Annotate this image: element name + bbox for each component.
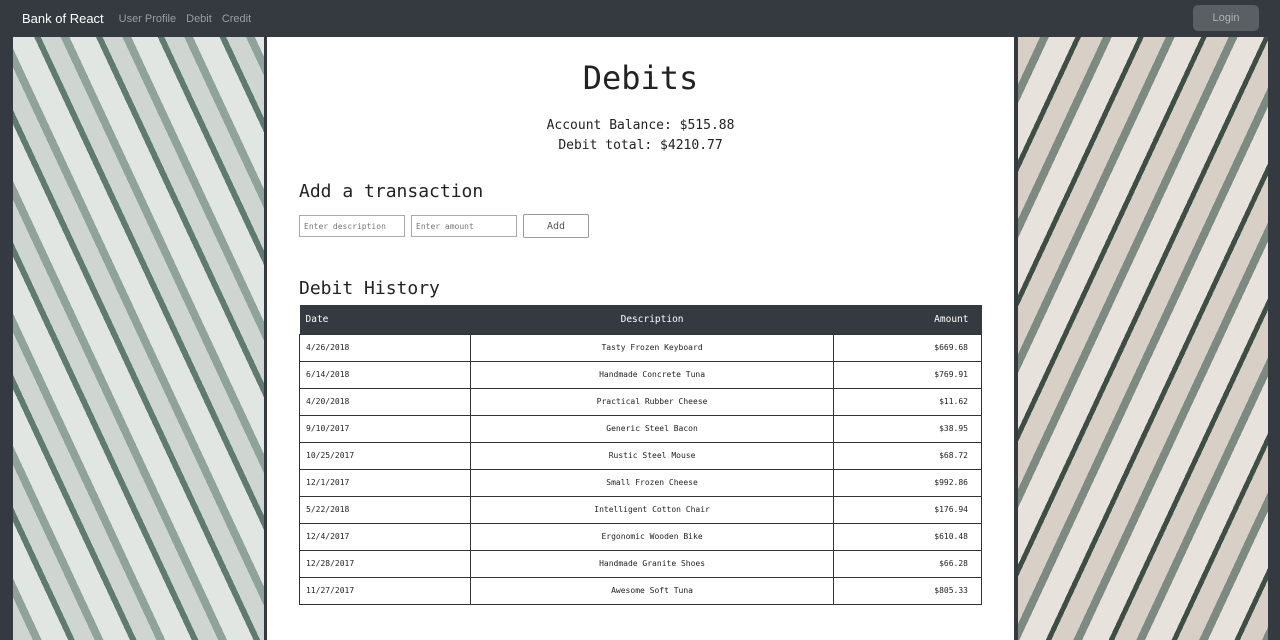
cell-date: 6/14/2018 (298, 360, 472, 389)
cell-amount: $176.94 (832, 495, 983, 524)
table-row: 10/25/2017 Rustic Steel Mouse $68.72 (298, 441, 983, 470)
cell-description: Generic Steel Bacon (470, 414, 834, 443)
background-image-right (1018, 37, 1268, 640)
debit-history-heading: Debit History (299, 278, 440, 299)
cell-description: Intelligent Cotton Chair (470, 495, 834, 524)
add-button[interactable]: Add (523, 214, 589, 238)
account-balance: Account Balance: $515.88 (546, 118, 735, 133)
amount-input[interactable] (411, 215, 517, 237)
cell-description: Practical Rubber Cheese (470, 387, 834, 416)
navbar: Bank of React User Profile Debit Credit … (0, 0, 1280, 37)
table-row: 12/4/2017 Ergonomic Wooden Bike $610.48 (298, 522, 983, 551)
add-transaction-form: Add (299, 214, 1014, 238)
table-row: 12/28/2017 Handmade Granite Shoes $66.28 (298, 549, 983, 578)
column-header-date: Date (299, 305, 471, 334)
table-row: 4/26/2018 Tasty Frozen Keyboard $669.68 (298, 333, 983, 362)
cell-date: 12/28/2017 (298, 549, 472, 578)
cell-description: Tasty Frozen Keyboard (470, 333, 834, 362)
cell-amount: $805.33 (832, 576, 983, 605)
main-content: Debits Account Balance: $515.88 Debit to… (267, 37, 1014, 640)
cell-date: 12/1/2017 (298, 468, 472, 497)
nav-debit[interactable]: Debit (186, 13, 212, 25)
cell-amount: $610.48 (832, 522, 983, 551)
cell-amount: $38.95 (832, 414, 983, 443)
brand-link[interactable]: Bank of React (22, 11, 104, 26)
cell-amount: $992.86 (832, 468, 983, 497)
cell-date: 12/4/2017 (298, 522, 472, 551)
cell-amount: $68.72 (832, 441, 983, 470)
cell-description: Handmade Granite Shoes (470, 549, 834, 578)
background-image-left (13, 37, 264, 640)
table-row: 9/10/2017 Generic Steel Bacon $38.95 (298, 414, 983, 443)
table-row: 12/1/2017 Small Frozen Cheese $992.86 (298, 468, 983, 497)
cell-date: 10/25/2017 (298, 441, 472, 470)
add-transaction-heading: Add a transaction (299, 181, 484, 202)
table-row: 11/27/2017 Awesome Soft Tuna $805.33 (298, 576, 983, 605)
cell-date: 9/10/2017 (298, 414, 472, 443)
page-title: Debits (582, 59, 699, 97)
description-input[interactable] (299, 215, 405, 237)
table-row: 4/20/2018 Practical Rubber Cheese $11.62 (298, 387, 983, 416)
cell-date: 5/22/2018 (298, 495, 472, 524)
nav-user-profile[interactable]: User Profile (119, 13, 176, 25)
cell-amount: $66.28 (832, 549, 983, 578)
debit-total: Debit total: $4210.77 (558, 138, 723, 153)
cell-amount: $11.62 (832, 387, 983, 416)
cell-date: 11/27/2017 (298, 576, 472, 605)
cell-description: Rustic Steel Mouse (470, 441, 834, 470)
cell-amount: $769.91 (832, 360, 983, 389)
login-button[interactable]: Login (1193, 5, 1259, 31)
cell-date: 4/20/2018 (298, 387, 472, 416)
cell-description: Small Frozen Cheese (470, 468, 834, 497)
cell-date: 4/26/2018 (298, 333, 472, 362)
cell-description: Handmade Concrete Tuna (470, 360, 834, 389)
table-row: 5/22/2018 Intelligent Cotton Chair $176.94 (298, 495, 983, 524)
column-header-amount: Amount (833, 305, 982, 334)
table-row: 6/14/2018 Handmade Concrete Tuna $769.91 (298, 360, 983, 389)
debit-history-table: Date Description Amount 4/26/2018 Tasty F… (298, 305, 983, 605)
cell-description: Ergonomic Wooden Bike (470, 522, 834, 551)
cell-description: Awesome Soft Tuna (470, 576, 834, 605)
cell-amount: $669.68 (832, 333, 983, 362)
column-header-description: Description (470, 305, 834, 334)
nav-credit[interactable]: Credit (222, 13, 251, 25)
